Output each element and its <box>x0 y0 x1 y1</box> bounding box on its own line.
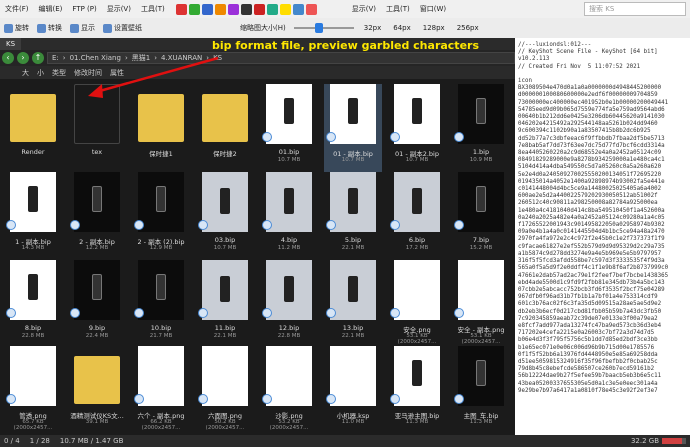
status-selected: 0 / 4 <box>4 437 20 445</box>
disk-usage-bar <box>662 438 686 444</box>
status-files: 1 / 28 <box>29 437 50 445</box>
annotation-arrow <box>88 56 219 98</box>
disk-free: 32.2 GB <box>630 437 659 445</box>
status-bar: 0 / 4 1 / 28 10.7 MB / 1.47 GB 32.2 GB <box>0 435 690 447</box>
disk-indicator: 32.2 GB <box>631 437 690 445</box>
status-size: 10.7 MB / 1.47 GB <box>59 437 124 445</box>
